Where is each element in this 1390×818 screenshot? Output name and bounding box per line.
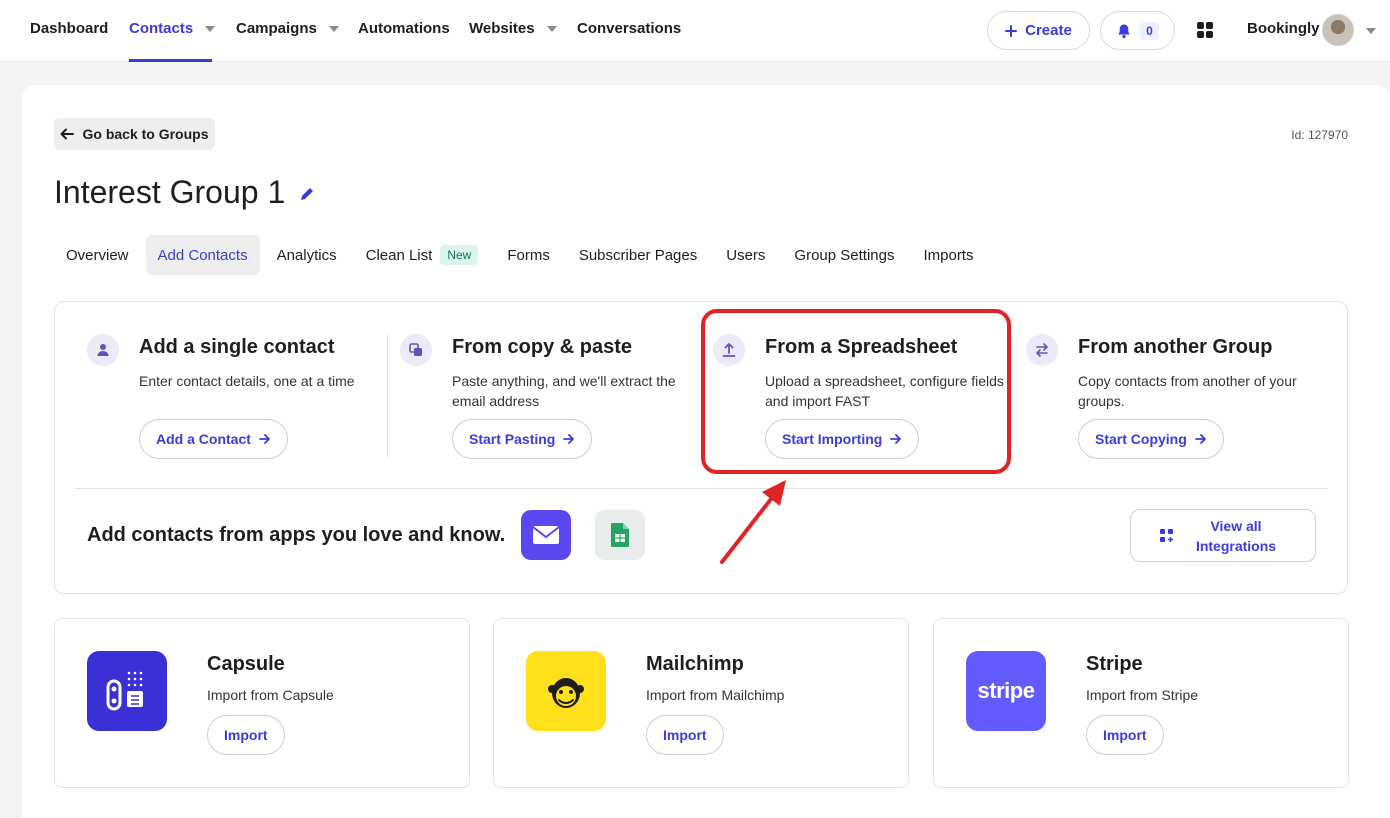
back-to-groups-button[interactable]: Go back to Groups [54, 118, 215, 150]
view-all-label: View all Integrations [1195, 517, 1277, 554]
page-title: Interest Group 1 [54, 174, 286, 210]
tab-label: Analytics [276, 246, 337, 264]
integration-card-capsule: Capsule Import from Capsule Import [54, 618, 470, 788]
nav-campaigns[interactable]: Campaigns [236, 20, 339, 37]
capsule-logo-icon [87, 651, 167, 731]
stripe-logo-icon: stripe [966, 651, 1046, 731]
bell-icon [1118, 24, 1130, 38]
new-badge: New [440, 245, 479, 265]
mail-app-icon[interactable] [521, 510, 571, 560]
chevron-down-icon [205, 25, 216, 32]
apps-section-text: Add contacts from apps you love and know… [87, 524, 506, 546]
integration-name: Stripe [1086, 653, 1143, 675]
create-label: Create [1025, 22, 1072, 39]
tab-label: Clean List [365, 246, 433, 264]
integration-description: Import from Mailchimp [646, 687, 785, 703]
account-name[interactable]: Bookingly [1247, 20, 1320, 37]
method-title: From another Group [1078, 336, 1273, 358]
integration-description: Import from Capsule [207, 687, 334, 703]
group-id-label: Id: 127970 [1291, 128, 1348, 142]
swap-arrows-icon [1026, 334, 1058, 366]
integration-description: Import from Stripe [1086, 687, 1199, 703]
nav-label: Conversations [577, 20, 682, 37]
button-label: Start Copying [1095, 431, 1187, 447]
tab-group-settings[interactable]: Group Settings [782, 235, 906, 275]
grid-plus-icon [1160, 528, 1173, 542]
nav-websites[interactable]: Websites [469, 20, 557, 37]
annotation-arrow-icon [720, 480, 786, 564]
nav-contacts[interactable]: Contacts [129, 20, 216, 37]
create-button[interactable]: Create [987, 11, 1090, 50]
divider [387, 334, 388, 458]
arrow-right-icon [1194, 434, 1206, 444]
chevron-down-icon [546, 25, 557, 32]
tab-label: Overview [66, 246, 129, 264]
arrow-right-icon [563, 434, 575, 444]
arrow-left-icon [60, 128, 75, 140]
integration-card-stripe: stripe Stripe Import from Stripe Import [933, 618, 1349, 788]
button-label: Add a Contact [156, 431, 251, 447]
tab-clean-list[interactable]: Clean List New [354, 235, 491, 275]
import-capsule-button[interactable]: Import [207, 715, 285, 755]
view-all-integrations-button[interactable]: View all Integrations [1130, 509, 1316, 562]
nav-label: Automations [358, 20, 450, 37]
google-sheets-icon[interactable] [595, 510, 645, 560]
mailchimp-logo-icon [526, 651, 606, 731]
nav-dashboard[interactable]: Dashboard [30, 20, 108, 37]
group-tabs: Overview Add Contacts Analytics Clean Li… [54, 235, 990, 275]
tab-label: Users [726, 246, 766, 264]
nav-label: Websites [469, 20, 535, 37]
nav-label: Campaigns [236, 20, 317, 37]
top-navigation: Dashboard Contacts Campaigns Automations… [0, 0, 1390, 62]
notification-count-badge: 0 [1140, 21, 1159, 40]
apps-grid-icon[interactable] [1197, 22, 1213, 38]
integration-card-mailchimp: Mailchimp Import from Mailchimp Import [493, 618, 909, 788]
chevron-down-icon[interactable] [1366, 28, 1376, 34]
avatar[interactable] [1322, 14, 1354, 46]
tab-label: Imports [923, 246, 974, 264]
start-pasting-button[interactable]: Start Pasting [452, 419, 593, 459]
back-label: Go back to Groups [82, 126, 209, 142]
plus-icon [1005, 24, 1018, 37]
arrow-right-icon [258, 434, 270, 444]
nav-label: Dashboard [30, 20, 109, 37]
tab-label: Forms [507, 246, 550, 264]
nav-automations[interactable]: Automations [358, 20, 450, 37]
tab-overview[interactable]: Overview [54, 235, 141, 275]
import-stripe-button[interactable]: Import [1086, 715, 1164, 755]
method-title: From copy & paste [452, 336, 633, 358]
tab-label: Add Contacts [157, 246, 248, 264]
method-description: Copy contacts from another of your group… [1078, 373, 1297, 409]
nav-conversations[interactable]: Conversations [577, 20, 681, 37]
integration-name: Mailchimp [646, 653, 744, 675]
tab-forms[interactable]: Forms [495, 235, 562, 275]
add-contact-button[interactable]: Add a Contact [139, 419, 288, 459]
tab-label: Group Settings [794, 246, 895, 264]
stripe-logo-text: stripe [977, 678, 1035, 703]
nav-label: Contacts [129, 20, 194, 37]
active-nav-indicator [129, 59, 212, 62]
highlight-box [701, 309, 1011, 474]
tab-add-contacts[interactable]: Add Contacts [145, 235, 260, 275]
tab-analytics[interactable]: Analytics [265, 235, 349, 275]
tab-users[interactable]: Users [714, 235, 777, 275]
tab-label: Subscriber Pages [578, 246, 698, 264]
integration-name: Capsule [207, 653, 285, 675]
pencil-icon[interactable] [299, 186, 315, 202]
tab-imports[interactable]: Imports [911, 235, 985, 275]
person-icon [87, 334, 119, 366]
chevron-down-icon [328, 25, 339, 32]
import-mailchimp-button[interactable]: Import [646, 715, 724, 755]
button-label: Start Pasting [469, 431, 556, 447]
method-description: Paste anything, and we'll extract the em… [452, 373, 676, 409]
notifications-button[interactable]: 0 [1100, 11, 1175, 50]
method-description: Enter contact details, one at a time [139, 373, 355, 389]
tab-subscriber-pages[interactable]: Subscriber Pages [567, 235, 709, 275]
copy-icon [400, 334, 432, 366]
start-copying-button[interactable]: Start Copying [1078, 419, 1224, 459]
method-title: Add a single contact [139, 336, 335, 358]
